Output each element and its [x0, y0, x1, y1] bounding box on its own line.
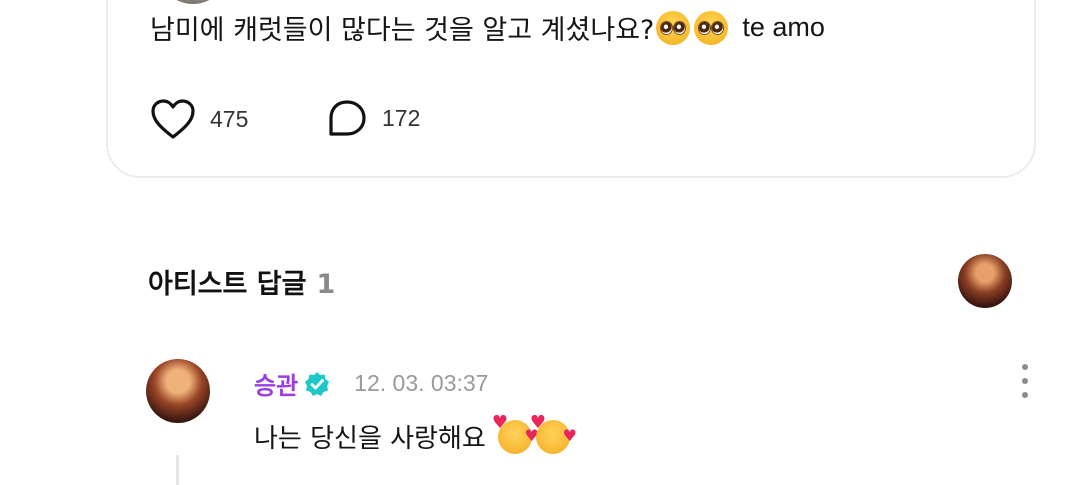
more-options-icon[interactable]: [1016, 364, 1034, 398]
comment-button[interactable]: 172: [326, 98, 420, 138]
reply-author-avatar[interactable]: [146, 359, 210, 423]
artist-replies-header: 아티스트 답글 1: [148, 262, 335, 301]
pleading-face-emoji: [656, 10, 691, 45]
like-count: 475: [210, 105, 249, 132]
post-text: 남미에 캐럿들이 많다는 것을 알고 계셨나요? te amo: [150, 8, 825, 47]
reply-timestamp: 12. 03. 03:37: [354, 370, 489, 396]
comment-count: 172: [382, 104, 421, 131]
post-author-avatar[interactable]: [152, 0, 234, 4]
artist-avatar[interactable]: [958, 254, 1012, 308]
comment-bubble-icon: [329, 100, 366, 136]
heart-icon: [151, 99, 195, 139]
pleading-face-emoji: [694, 10, 729, 45]
thread-line: [176, 455, 179, 485]
reply-text: 나는 당신을 사랑해요: [254, 412, 577, 455]
reply-author-name[interactable]: 승관: [254, 366, 298, 401]
smiling-face-with-hearts-emoji: [530, 412, 577, 454]
reply-text-body: 나는 당신을 사랑해요: [254, 424, 486, 454]
reply-meta: 승관 12. 03. 03:37: [254, 366, 488, 401]
post-text-tail: te amo: [742, 12, 825, 42]
artist-replies-count: 1: [316, 269, 336, 300]
smiling-face-with-hearts-emoji: [492, 412, 539, 454]
post-text-body: 남미에 캐럿들이 많다는 것을 알고 계셨나요?: [150, 15, 655, 46]
like-button[interactable]: 475: [150, 98, 248, 140]
artist-replies-title: 아티스트 답글: [148, 269, 307, 300]
verified-badge-icon: [305, 371, 330, 396]
